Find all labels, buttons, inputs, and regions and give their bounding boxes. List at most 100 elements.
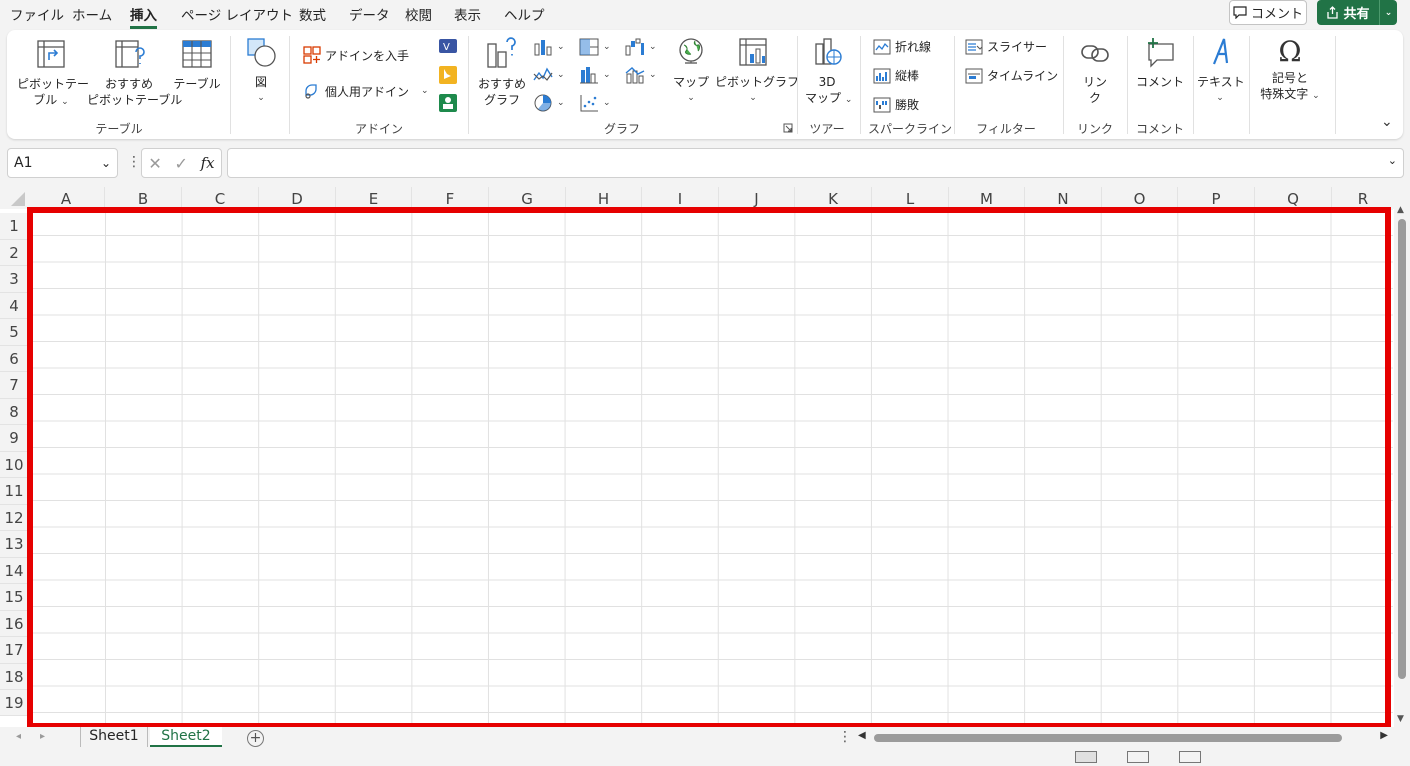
table-button[interactable]: テーブル bbox=[173, 38, 221, 92]
name-box[interactable]: A1 ⌄ bbox=[7, 148, 118, 178]
scroll-down-icon[interactable]: ▼ bbox=[1397, 714, 1404, 724]
column-chart-button[interactable]: ⌄ bbox=[533, 38, 565, 56]
row-header[interactable]: 2 bbox=[0, 239, 28, 266]
column-header[interactable]: E bbox=[336, 187, 412, 209]
sparkline-line-button[interactable]: 折れ線 bbox=[873, 38, 931, 55]
tab-file[interactable]: ファイル bbox=[10, 4, 64, 24]
tab-home[interactable]: ホーム bbox=[72, 4, 112, 24]
row-header[interactable]: 15 bbox=[0, 584, 28, 611]
my-addins-button[interactable]: 個人用アドイン ⌄ bbox=[303, 82, 429, 100]
row-header[interactable]: 6 bbox=[0, 345, 28, 372]
recommended-charts-button[interactable]: おすすめ グラフ bbox=[476, 36, 528, 108]
row-header[interactable]: 1 bbox=[0, 213, 28, 240]
column-header[interactable]: G bbox=[489, 187, 566, 209]
column-header[interactable]: C bbox=[182, 187, 259, 209]
bing-maps-icon[interactable] bbox=[439, 66, 457, 84]
row-header[interactable]: 8 bbox=[0, 398, 28, 425]
row-header[interactable]: 13 bbox=[0, 531, 28, 558]
page-layout-view-icon[interactable] bbox=[1127, 751, 1149, 763]
column-header[interactable]: J bbox=[719, 187, 795, 209]
column-header[interactable]: R bbox=[1332, 187, 1394, 209]
vertical-scroll-thumb[interactable] bbox=[1398, 219, 1406, 679]
ribbon-collapse-icon[interactable]: ⌄ bbox=[1381, 114, 1393, 130]
column-header[interactable]: O bbox=[1102, 187, 1178, 209]
row-header[interactable]: 9 bbox=[0, 425, 28, 452]
line-chart-button[interactable]: ⌄ bbox=[533, 66, 565, 84]
page-break-view-icon[interactable] bbox=[1179, 751, 1201, 763]
column-header[interactable]: P bbox=[1178, 187, 1255, 209]
column-header[interactable]: F bbox=[412, 187, 489, 209]
scroll-up-icon[interactable]: ▲ bbox=[1397, 205, 1404, 215]
expand-formula-icon[interactable]: ⌄ bbox=[1388, 154, 1397, 167]
dialog-launcher-icon[interactable] bbox=[783, 123, 793, 133]
cell-grid[interactable] bbox=[28, 209, 1393, 727]
combo-chart-button[interactable]: ⌄ bbox=[625, 66, 657, 84]
sparkline-winloss-button[interactable]: 勝敗 bbox=[873, 96, 919, 113]
sheet-tab-sheet2[interactable]: Sheet2 bbox=[150, 727, 222, 747]
chevron-down-icon[interactable]: ⌄ bbox=[101, 156, 111, 170]
row-header[interactable]: 10 bbox=[0, 451, 28, 478]
normal-view-icon[interactable] bbox=[1075, 751, 1097, 763]
cancel-icon[interactable]: ✕ bbox=[148, 154, 161, 173]
column-header[interactable]: M bbox=[949, 187, 1025, 209]
column-header[interactable]: N bbox=[1025, 187, 1102, 209]
row-header[interactable]: 3 bbox=[0, 266, 28, 293]
row-header[interactable]: 5 bbox=[0, 319, 28, 346]
horizontal-scrollbar[interactable]: ◀ ▶ bbox=[858, 730, 1388, 745]
tab-review[interactable]: 校閲 bbox=[405, 4, 432, 24]
vertical-scrollbar[interactable]: ▲ ▼ bbox=[1394, 187, 1410, 727]
row-header[interactable]: 17 bbox=[0, 637, 28, 664]
tab-page-layout[interactable]: ページ レイアウト bbox=[181, 4, 293, 24]
tab-split-handle[interactable]: ⋮ bbox=[838, 729, 852, 745]
tab-data[interactable]: データ bbox=[349, 4, 390, 24]
link-button[interactable]: リン ク bbox=[1073, 38, 1117, 106]
scroll-left-icon[interactable]: ◀ bbox=[858, 730, 866, 741]
horizontal-scroll-thumb[interactable] bbox=[874, 734, 1342, 742]
column-header[interactable]: K bbox=[795, 187, 872, 209]
people-graph-icon[interactable] bbox=[439, 94, 457, 112]
scatter-chart-button[interactable]: ⌄ bbox=[579, 94, 611, 112]
share-button[interactable]: 共有 ⌄ bbox=[1317, 0, 1397, 25]
map-chart-button[interactable]: マップ ⌄ bbox=[671, 36, 711, 106]
more-options-icon[interactable]: ⋮ bbox=[127, 154, 141, 170]
statistic-chart-button[interactable]: ⌄ bbox=[579, 66, 611, 84]
column-header[interactable]: B bbox=[105, 187, 182, 209]
row-header[interactable]: 4 bbox=[0, 292, 28, 319]
pivot-chart-button[interactable]: ピボットグラフ ⌄ bbox=[715, 36, 799, 106]
insert-function-icon[interactable]: fx bbox=[201, 154, 215, 172]
text-button[interactable]: テキスト ⌄ bbox=[1197, 36, 1245, 106]
timeline-button[interactable]: タイムライン bbox=[965, 67, 1058, 84]
visio-addin-icon[interactable]: V bbox=[439, 38, 457, 54]
row-header[interactable]: 19 bbox=[0, 690, 28, 716]
column-header[interactable]: D bbox=[259, 187, 336, 209]
recommended-pivot-button[interactable]: おすすめ ピボットテーブル bbox=[87, 38, 182, 108]
column-header[interactable]: H bbox=[566, 187, 642, 209]
new-comment-button[interactable]: コメント bbox=[1135, 36, 1185, 90]
slicer-button[interactable]: スライサー bbox=[965, 38, 1047, 55]
select-all-button[interactable] bbox=[0, 187, 28, 209]
row-header[interactable]: 7 bbox=[0, 372, 28, 399]
add-sheet-button[interactable]: + bbox=[247, 730, 264, 747]
tab-view[interactable]: 表示 bbox=[454, 4, 481, 24]
get-addins-button[interactable]: アドインを入手 bbox=[303, 46, 409, 64]
sheet-tab-sheet1[interactable]: Sheet1 bbox=[80, 727, 148, 747]
row-header[interactable]: 11 bbox=[0, 478, 28, 505]
formula-input[interactable]: ⌄ bbox=[227, 148, 1404, 178]
column-header[interactable]: I bbox=[642, 187, 719, 209]
3d-map-button[interactable]: 3D マップ ⌄ bbox=[805, 36, 852, 108]
next-sheet-icon[interactable]: ▸ bbox=[40, 731, 45, 742]
prev-sheet-icon[interactable]: ◂ bbox=[16, 731, 21, 742]
row-header[interactable]: 12 bbox=[0, 504, 28, 531]
share-dropdown[interactable]: ⌄ bbox=[1379, 0, 1397, 25]
illustrations-button[interactable]: 図 ⌄ bbox=[241, 36, 281, 106]
tab-help[interactable]: ヘルプ bbox=[504, 4, 545, 24]
pie-chart-button[interactable]: ⌄ bbox=[533, 94, 565, 112]
waterfall-chart-button[interactable]: ⌄ bbox=[625, 38, 657, 56]
row-header[interactable]: 14 bbox=[0, 557, 28, 584]
column-header[interactable]: Q bbox=[1255, 187, 1332, 209]
tab-insert[interactable]: 挿入 bbox=[130, 4, 157, 29]
tab-formulas[interactable]: 数式 bbox=[299, 4, 326, 24]
row-header[interactable]: 18 bbox=[0, 663, 28, 690]
comments-button[interactable]: コメント bbox=[1229, 0, 1307, 25]
row-header[interactable]: 16 bbox=[0, 610, 28, 637]
